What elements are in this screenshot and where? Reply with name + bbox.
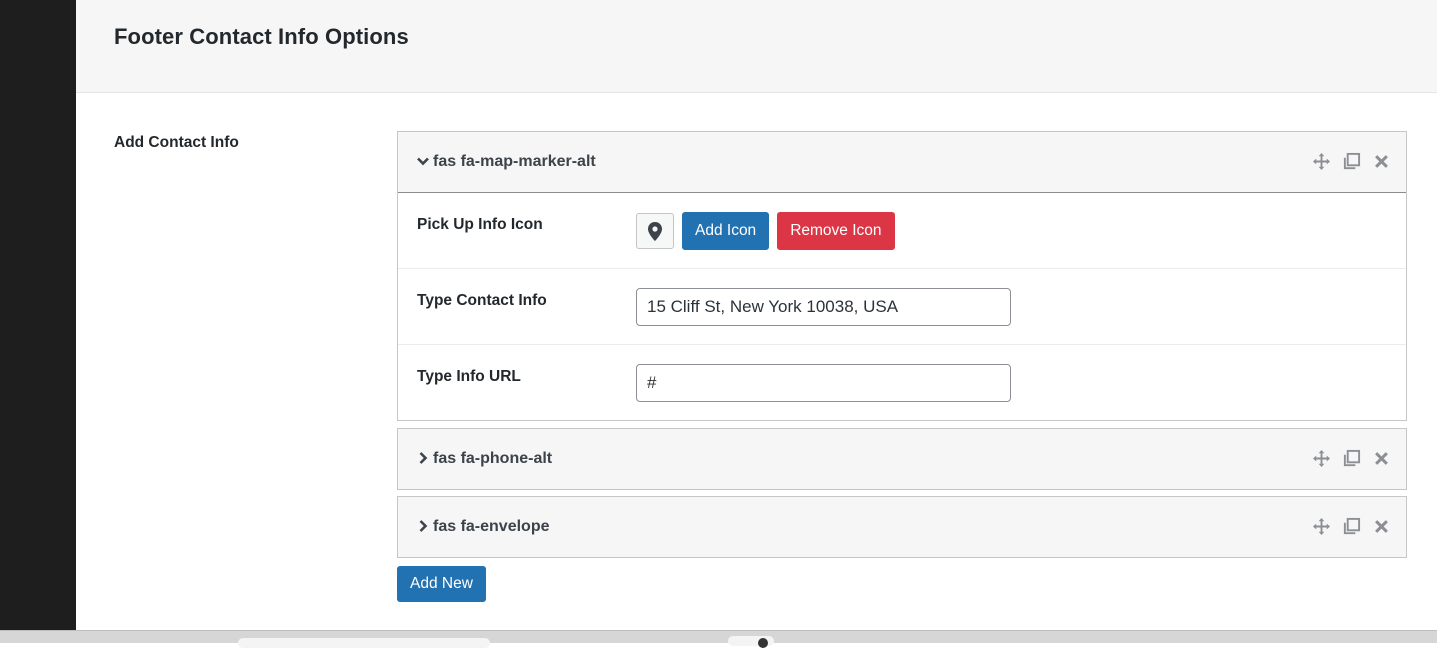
group-title: fas fa-phone-alt [433, 450, 553, 467]
group-title: fas fa-map-marker-alt [433, 153, 596, 170]
info-url-input[interactable] [636, 364, 1011, 402]
chevron-right-icon[interactable] [416, 451, 430, 465]
group-actions [1311, 516, 1392, 537]
add-contact-info-label: Add Contact Info [114, 134, 239, 151]
repeater-group-map-marker: fas fa-map-marker-alt Pick Up Info Icon … [397, 131, 1407, 421]
duplicate-icon[interactable] [1341, 448, 1362, 469]
move-icon[interactable] [1311, 151, 1332, 172]
group-header[interactable]: fas fa-phone-alt [398, 429, 1406, 489]
remove-icon-button[interactable]: Remove Icon [777, 212, 895, 250]
repeater-group-envelope: fas fa-envelope [397, 496, 1407, 558]
admin-sidebar-edge [0, 0, 76, 630]
chevron-down-icon[interactable] [416, 154, 430, 168]
field-row-url: Type Info URL [398, 345, 1406, 420]
repeater-group-phone: fas fa-phone-alt [397, 428, 1407, 490]
group-title: fas fa-envelope [433, 518, 550, 535]
contact-info-input[interactable] [636, 288, 1011, 326]
field-label: Pick Up Info Icon [417, 216, 543, 233]
panel-header: Footer Contact Info Options [76, 0, 1437, 93]
map-marker-icon [636, 213, 674, 249]
group-header[interactable]: fas fa-map-marker-alt [398, 132, 1406, 193]
scroll-handle[interactable] [728, 636, 774, 648]
group-header[interactable]: fas fa-envelope [398, 497, 1406, 557]
close-icon[interactable] [1371, 516, 1392, 537]
close-icon[interactable] [1371, 448, 1392, 469]
field-row-contact: Type Contact Info [398, 269, 1406, 345]
add-icon-button[interactable]: Add Icon [682, 212, 770, 250]
close-icon[interactable] [1371, 151, 1392, 172]
group-actions [1311, 448, 1392, 469]
field-label: Type Contact Info [417, 292, 547, 309]
chevron-right-icon[interactable] [416, 519, 430, 533]
duplicate-icon[interactable] [1341, 151, 1362, 172]
field-row-icon: Pick Up Info Icon Add Icon Remove Icon [398, 193, 1406, 269]
move-icon[interactable] [1311, 516, 1332, 537]
bottom-scrollbar-area [0, 630, 1437, 648]
duplicate-icon[interactable] [1341, 516, 1362, 537]
options-panel: Footer Contact Info Options Add Contact … [76, 0, 1437, 630]
add-new-button[interactable]: Add New [397, 566, 486, 602]
field-label: Type Info URL [417, 368, 521, 385]
scrollbar-thumb[interactable] [238, 638, 490, 648]
group-body: Pick Up Info Icon Add Icon Remove Icon T… [398, 193, 1406, 420]
panel-title: Footer Contact Info Options [114, 24, 409, 49]
group-actions [1311, 151, 1392, 172]
move-icon[interactable] [1311, 448, 1332, 469]
